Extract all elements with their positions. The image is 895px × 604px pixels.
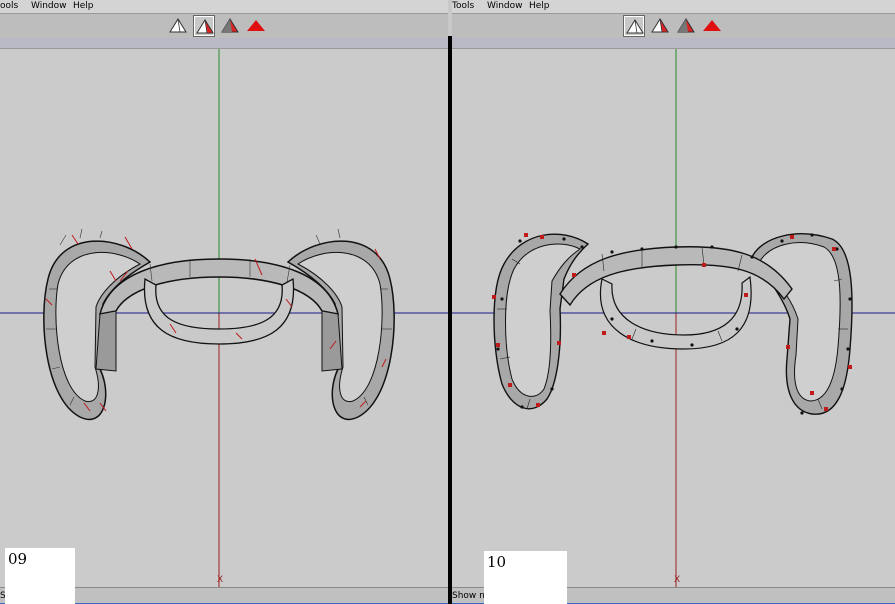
- solid-icon[interactable]: [246, 16, 266, 36]
- shading-toolbar: [452, 14, 895, 39]
- solid-icon[interactable]: [702, 16, 722, 36]
- viewport-pane-right[interactable]: Tools Window Help X Show n 10: [452, 0, 895, 604]
- menu-help[interactable]: Help: [73, 0, 94, 13]
- viewport-3d[interactable]: Y X: [452, 49, 895, 587]
- x-axis-label: X: [217, 575, 223, 585]
- mesh-model: [493, 233, 853, 415]
- menu-tools[interactable]: Tools: [452, 0, 474, 13]
- shaded-icon[interactable]: [220, 16, 240, 36]
- menu-help[interactable]: Help: [529, 0, 550, 13]
- wireframe-shaded-icon[interactable]: [193, 15, 215, 37]
- shaded-icon[interactable]: [676, 16, 696, 36]
- wireframe-shaded-icon[interactable]: [650, 16, 670, 36]
- info-bar: [0, 38, 448, 49]
- status-text: Show n: [452, 591, 485, 601]
- menu-window[interactable]: Window: [487, 0, 523, 13]
- menu-bar: Tools Window Help: [452, 0, 895, 14]
- frame-number-label: 09: [5, 548, 75, 604]
- menu-tools[interactable]: ools: [0, 0, 18, 13]
- x-axis-label: X: [674, 575, 680, 585]
- shading-toolbar: [0, 14, 448, 39]
- wireframe-icon[interactable]: [623, 15, 645, 37]
- wireframe-icon[interactable]: [168, 16, 188, 36]
- info-bar: [452, 38, 895, 49]
- viewport-pane-left[interactable]: ools Window Help X S 09: [0, 0, 448, 604]
- menu-bar: ools Window Help: [0, 0, 448, 14]
- frame-number-label: 10: [484, 551, 567, 604]
- menu-window[interactable]: Window: [31, 0, 67, 13]
- viewport-3d[interactable]: Y X: [0, 49, 448, 587]
